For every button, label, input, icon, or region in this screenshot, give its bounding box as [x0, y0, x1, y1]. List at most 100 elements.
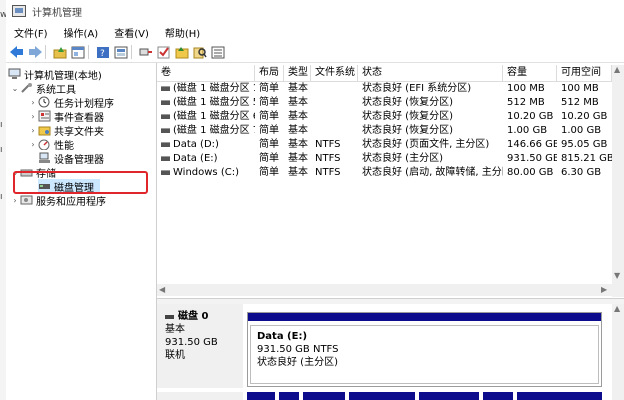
- tree-item-device-manager[interactable]: 设备管理器: [38, 151, 104, 166]
- disk1-partition-bar[interactable]: [303, 392, 345, 400]
- column-header-layout[interactable]: 布局: [255, 65, 284, 81]
- chevron-right-icon[interactable]: ›: [28, 98, 38, 107]
- cell-free-space: 6.30 GB: [557, 166, 612, 180]
- disk0-info[interactable]: 磁盘 0 基本 931.50 GB 联机: [157, 304, 243, 388]
- column-header-status[interactable]: 状态: [358, 65, 503, 81]
- disk1-row[interactable]: [157, 392, 612, 400]
- up-folder-icon[interactable]: [52, 45, 67, 60]
- cell-text: 1.00 GB: [561, 125, 602, 136]
- tree-label: 设备管理器: [54, 154, 104, 166]
- tree-item-task-scheduler[interactable]: › 任务计划程序: [28, 95, 114, 110]
- menu-help[interactable]: 帮助(H): [157, 25, 208, 40]
- list-view-icon[interactable]: [210, 45, 225, 60]
- cell-type: 基本: [284, 82, 311, 96]
- scroll-right-arrow-icon[interactable]: ▶: [601, 285, 607, 294]
- disk1-partition-bar[interactable]: [349, 392, 415, 400]
- disk0-type: 基本: [165, 324, 185, 335]
- disk1-partition-bar[interactable]: [517, 392, 602, 400]
- menu-action[interactable]: 操作(A): [56, 25, 107, 40]
- cell-type: 基本: [284, 152, 311, 166]
- cell-text: 100 MB: [561, 83, 599, 94]
- cell-text: 简单: [259, 111, 279, 122]
- cell-layout: 简单: [255, 138, 284, 152]
- cell-text: 简单: [259, 139, 279, 150]
- cell-text: 95.05 GB: [561, 139, 608, 150]
- cell-text: 简单: [259, 125, 279, 136]
- table-row[interactable]: (磁盘 1 磁盘分区 6) 简单 基本 状态良好 (恢复分区) 10.20 GB 10.2…: [157, 110, 612, 124]
- disk1-partition-bar[interactable]: [247, 392, 275, 400]
- disk0-partition[interactable]: Data (E:) 931.50 GB NTFS 状态良好 (主分区): [247, 312, 602, 387]
- menu-view[interactable]: 查看(V): [106, 25, 157, 40]
- cell-text: 80.00 GB: [507, 167, 554, 178]
- table-vertical-scrollbar[interactable]: ▲ ▼: [612, 65, 624, 297]
- cell-layout: 简单: [255, 96, 284, 110]
- column-header-capacity[interactable]: 容量: [503, 65, 557, 81]
- cell-status: 状态良好 (启动, 故障转储, 主分区): [358, 166, 503, 180]
- table-row[interactable]: Data (E:) 简单 基本 NTFS 状态良好 (主分区) 931.50 GB 815.…: [157, 152, 612, 166]
- tree-item-root[interactable]: 计算机管理(本地): [8, 67, 102, 82]
- table-row[interactable]: (磁盘 1 磁盘分区 7) 简单 基本 状态良好 (恢复分区) 1.00 GB 1.00 …: [157, 124, 612, 138]
- disk1-partition-bar[interactable]: [279, 392, 299, 400]
- cell-volume: (磁盘 1 磁盘分区 7): [157, 124, 255, 138]
- volume-icon: [161, 85, 170, 91]
- tree-item-event-viewer[interactable]: › 事件查看器: [28, 109, 104, 124]
- scroll-left-arrow-icon[interactable]: ◀: [159, 285, 165, 294]
- menu-file[interactable]: 文件(F): [6, 25, 56, 40]
- tree-label: 系统工具: [36, 84, 76, 96]
- table-row[interactable]: (磁盘 1 磁盘分区 1) 简单 基本 状态良好 (EFI 系统分区) 100 MB 10…: [157, 82, 612, 96]
- cell-text: Windows (C:): [173, 167, 239, 178]
- column-header-volume[interactable]: 卷: [157, 65, 255, 81]
- chevron-right-icon[interactable]: ›: [28, 140, 38, 149]
- cell-status: 状态良好 (页面文件, 主分区): [358, 138, 503, 152]
- tools-icon: [20, 82, 33, 94]
- column-header-type[interactable]: 类型: [284, 65, 311, 81]
- tree-item-system-tools[interactable]: ⌄ 系统工具: [10, 81, 76, 96]
- scroll-down-arrow-icon[interactable]: ▼: [614, 271, 620, 280]
- check-icon[interactable]: [156, 45, 171, 60]
- search-icon[interactable]: [192, 45, 207, 60]
- navigation-tree: 计算机管理(本地) ⌄ 系统工具 › 任务计划程序 › 事件查看器 › 共享文件…: [6, 63, 157, 400]
- connect-icon[interactable]: [138, 45, 153, 60]
- scroll-up-arrow-icon[interactable]: ▲: [614, 304, 620, 313]
- event-viewer-icon: [38, 110, 51, 122]
- chevron-down-icon[interactable]: ⌄: [10, 84, 20, 93]
- column-header-filesystem[interactable]: 文件系统: [311, 65, 358, 81]
- table-body: (磁盘 1 磁盘分区 1) 简单 基本 状态良好 (EFI 系统分区) 100 MB 10…: [157, 82, 612, 180]
- cell-text: 状态良好 (启动, 故障转储, 主分区): [362, 167, 503, 178]
- chevron-right-icon[interactable]: ›: [28, 112, 38, 121]
- cell-status: 状态良好 (恢复分区): [358, 96, 503, 110]
- console-icon[interactable]: [113, 45, 128, 60]
- cell-text: 基本: [288, 125, 308, 136]
- tree-item-services[interactable]: › 服务和应用程序: [10, 193, 106, 208]
- svg-text:?: ?: [100, 49, 105, 59]
- cell-volume: (磁盘 1 磁盘分区 5): [157, 96, 255, 110]
- disk0-size: 931.50 GB: [165, 337, 218, 348]
- table-row[interactable]: Data (D:) 简单 基本 NTFS 状态良好 (页面文件, 主分区) 146.66 …: [157, 138, 612, 152]
- cell-type: 基本: [284, 96, 311, 110]
- cell-layout: 简单: [255, 166, 284, 180]
- scroll-up-arrow-icon[interactable]: ▲: [614, 65, 620, 74]
- cell-text: 状态良好 (主分区): [362, 153, 443, 164]
- disk-view-vertical-scrollbar[interactable]: ▲: [612, 304, 624, 400]
- tree-item-performance[interactable]: › 性能: [28, 137, 74, 152]
- cell-layout: 简单: [255, 110, 284, 124]
- chevron-right-icon[interactable]: ›: [28, 126, 38, 135]
- help-icon[interactable]: ?: [95, 45, 110, 60]
- tree-item-shared-folders[interactable]: › 共享文件夹: [28, 123, 104, 138]
- cell-text: 状态良好 (EFI 系统分区): [362, 83, 472, 94]
- computer-icon: [8, 68, 21, 80]
- column-header-free-space[interactable]: 可用空间: [557, 65, 612, 81]
- cell-filesystem: NTFS: [311, 166, 358, 180]
- table-horizontal-scrollbar[interactable]: ◀ ▶: [157, 284, 612, 296]
- window-title: 计算机管理: [32, 7, 82, 19]
- disk1-partition-bar[interactable]: [483, 392, 513, 400]
- properties-icon[interactable]: [70, 45, 85, 60]
- yellow-folder-icon[interactable]: [174, 45, 189, 60]
- disk1-partition-bar[interactable]: [419, 392, 479, 400]
- forward-arrow-icon[interactable]: [27, 45, 42, 60]
- table-row[interactable]: (磁盘 1 磁盘分区 5) 简单 基本 状态良好 (恢复分区) 512 MB 512 MB: [157, 96, 612, 110]
- chevron-right-icon[interactable]: ›: [10, 196, 20, 205]
- table-row[interactable]: Windows (C:) 简单 基本 NTFS 状态良好 (启动, 故障转储, 主分区)…: [157, 166, 612, 180]
- back-arrow-icon[interactable]: [9, 45, 24, 60]
- volume-icon: [161, 127, 170, 133]
